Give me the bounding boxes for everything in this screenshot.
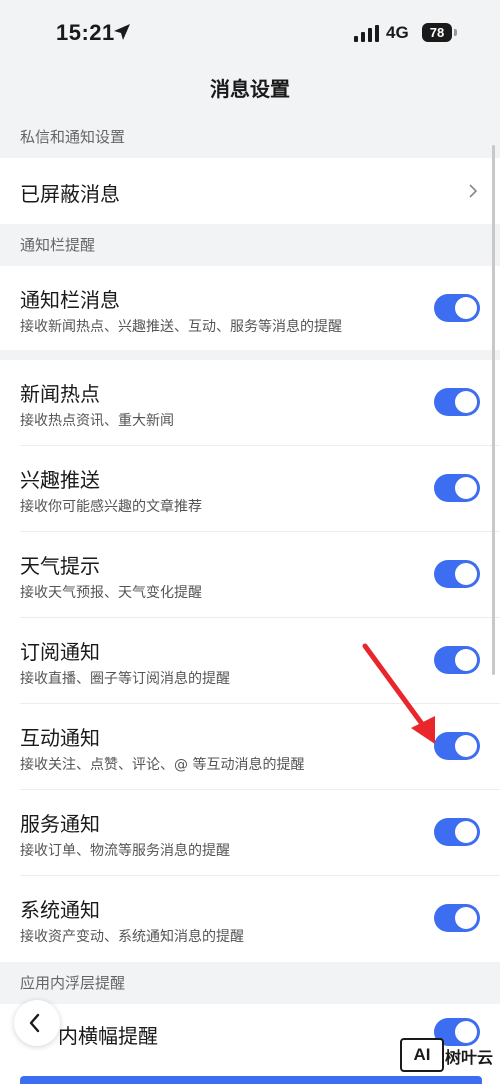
row-title: 服务通知: [20, 812, 100, 836]
battery-cap: [454, 29, 457, 36]
toggle-knob: [455, 297, 477, 319]
scrollbar[interactable]: [492, 145, 495, 675]
toggle-knob: [455, 649, 477, 671]
chevron-left-icon: [29, 1013, 40, 1033]
row-title: 互动通知: [20, 726, 100, 750]
toggle-knob: [455, 907, 477, 929]
toggle-knob: [455, 563, 477, 585]
notify-bar-row: 通知栏消息 接收新闻热点、兴趣推送、互动、服务等消息的提醒: [0, 266, 500, 350]
toggle-knob: [455, 391, 477, 413]
blocked-messages-label: 已屏蔽消息: [20, 182, 120, 206]
row-title: 通知栏消息: [20, 288, 120, 312]
row-subtitle: 接收天气预报、天气变化提醒: [20, 585, 202, 601]
blocked-messages-row[interactable]: 已屏蔽消息: [0, 158, 500, 224]
battery-level: 78: [429, 25, 445, 40]
watermark-logo: AI: [400, 1038, 444, 1072]
section-header-private: 私信和通知设置: [20, 128, 126, 146]
toggle-knob: [455, 821, 477, 843]
row-title: 内横幅提醒: [58, 1024, 158, 1048]
system-row: 系统通知 接收资产变动、系统通知消息的提醒: [0, 876, 500, 962]
interest-push-row: 兴趣推送 接收你可能感兴趣的文章推荐: [0, 446, 500, 532]
row-title: 系统通知: [20, 898, 100, 922]
bottom-banner[interactable]: [20, 1076, 482, 1084]
subscription-toggle[interactable]: [434, 646, 480, 674]
interaction-toggle[interactable]: [434, 732, 480, 760]
weather-tip-toggle[interactable]: [434, 560, 480, 588]
news-hot-row: 新闻热点 接收热点资讯、重大新闻: [0, 360, 500, 446]
network-label: 4G: [386, 23, 409, 42]
weather-tip-row: 天气提示 接收天气预报、天气变化提醒: [0, 532, 500, 618]
system-toggle[interactable]: [434, 904, 480, 932]
row-subtitle: 接收热点资讯、重大新闻: [20, 413, 174, 429]
row-title: 天气提示: [20, 554, 100, 578]
row-subtitle: 接收你可能感兴趣的文章推荐: [20, 499, 202, 515]
toggle-knob: [455, 477, 477, 499]
row-subtitle: 接收关注、点赞、评论、@ 等互动消息的提醒: [20, 757, 305, 773]
watermark-text: 树叶云: [445, 1048, 494, 1067]
nav-bar: 消息设置: [0, 64, 500, 114]
signal-icon: [354, 25, 379, 42]
service-row: 服务通知 接收订单、物流等服务消息的提醒: [0, 790, 500, 876]
row-title: 订阅通知: [20, 640, 100, 664]
row-subtitle: 接收订单、物流等服务消息的提醒: [20, 843, 230, 859]
notify-bar-toggle[interactable]: [434, 294, 480, 322]
row-subtitle: 接收直播、圈子等订阅消息的提醒: [20, 671, 230, 687]
back-button[interactable]: [14, 1000, 60, 1046]
subscription-row: 订阅通知 接收直播、圈子等订阅消息的提醒: [0, 618, 500, 704]
row-subtitle: 接收新闻热点、兴趣推送、互动、服务等消息的提醒: [20, 319, 342, 335]
row-title: 兴趣推送: [20, 468, 100, 492]
service-toggle[interactable]: [434, 818, 480, 846]
page-title: 消息设置: [210, 77, 290, 101]
interest-push-toggle[interactable]: [434, 474, 480, 502]
toggle-knob: [455, 735, 477, 757]
news-hot-toggle[interactable]: [434, 388, 480, 416]
toggle-knob: [455, 1021, 477, 1043]
section-header-in-app: 应用内浮层提醒: [20, 974, 126, 992]
battery-icon: 78: [422, 23, 452, 42]
interaction-row: 互动通知 接收关注、点赞、评论、@ 等互动消息的提醒: [0, 704, 500, 790]
status-bar: 15:21 4G 78: [0, 0, 500, 64]
row-title: 新闻热点: [20, 382, 100, 406]
row-subtitle: 接收资产变动、系统通知消息的提醒: [20, 929, 244, 945]
location-arrow-icon: [114, 24, 130, 40]
chevron-right-icon: [469, 184, 478, 198]
status-time: 15:21: [56, 20, 115, 45]
section-header-notify-bar: 通知栏提醒: [20, 236, 96, 254]
